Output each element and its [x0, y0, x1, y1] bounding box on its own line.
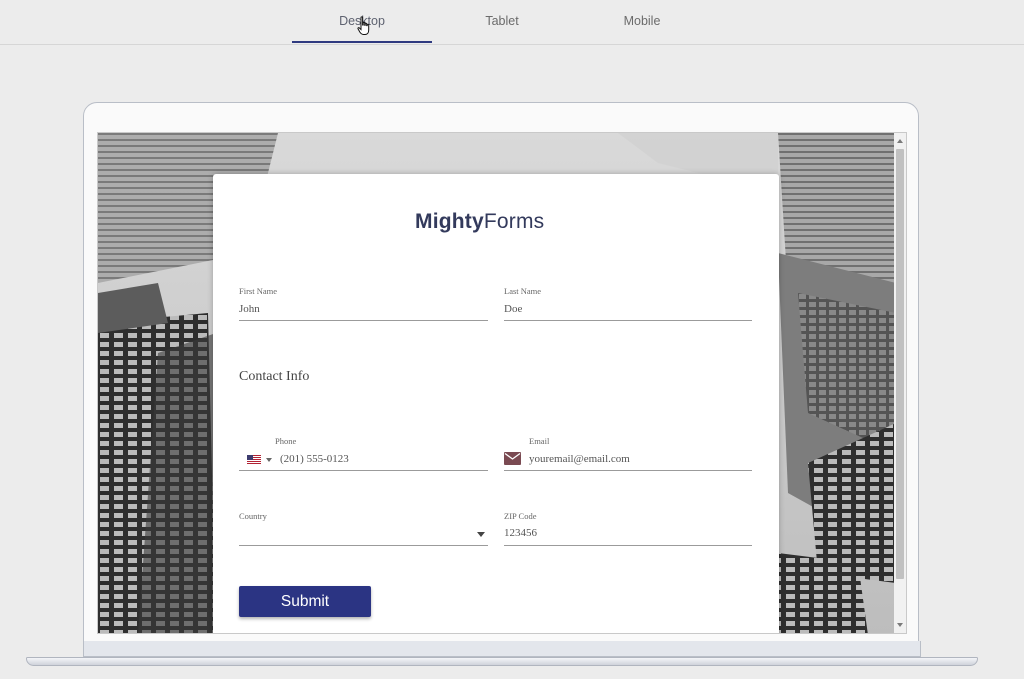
chevron-down-icon[interactable] — [477, 532, 485, 537]
logo-part-m: M — [415, 210, 433, 233]
phone-field[interactable]: Phone (201) 555-0123 — [239, 434, 488, 471]
first-name-field[interactable]: First Name John — [239, 284, 488, 321]
mail-icon — [504, 452, 521, 465]
logo-part-ighty: ighty — [432, 210, 484, 233]
tab-tablet[interactable]: Tablet — [432, 0, 572, 43]
scroll-thumb[interactable] — [896, 149, 904, 579]
first-name-label: First Name — [239, 286, 278, 296]
country-select[interactable]: Country — [239, 509, 488, 546]
device-tabbar: Desktop Tablet Mobile — [0, 0, 1024, 45]
zip-code-value: 123456 — [504, 527, 537, 539]
tab-desktop[interactable]: Desktop — [292, 0, 432, 43]
form-card: MightyForms First Name John Last Name Do… — [213, 174, 779, 633]
last-name-value: Doe — [504, 303, 523, 315]
country-code-caret-icon[interactable] — [266, 458, 272, 462]
laptop-hinge — [83, 641, 921, 657]
logo-part-forms: Forms — [483, 210, 545, 233]
zip-code-field[interactable]: ZIP Code 123456 — [504, 509, 752, 546]
email-label: Email — [529, 436, 550, 446]
email-field[interactable]: Email youremail@email.com — [504, 434, 752, 471]
phone-value: (201) 555-0123 — [280, 453, 349, 465]
country-label: Country — [239, 511, 267, 521]
phone-label: Phone — [275, 436, 297, 446]
tab-mobile[interactable]: Mobile — [572, 0, 712, 43]
preview-screen: MightyForms First Name John Last Name Do… — [97, 132, 907, 634]
last-name-field[interactable]: Last Name Doe — [504, 284, 752, 321]
email-value: youremail@email.com — [529, 453, 630, 465]
scroll-down-icon[interactable] — [897, 623, 903, 627]
mightyforms-logo: MightyForms — [415, 210, 544, 234]
last-name-label: Last Name — [504, 286, 542, 296]
submit-button[interactable]: Submit — [239, 586, 371, 617]
vertical-scrollbar[interactable] — [894, 133, 906, 633]
contact-info-heading: Contact Info — [239, 369, 310, 384]
first-name-value: John — [239, 303, 260, 315]
laptop-base — [26, 657, 978, 666]
scroll-up-icon[interactable] — [897, 139, 903, 143]
us-flag-icon[interactable] — [247, 455, 261, 464]
zip-code-label: ZIP Code — [504, 511, 537, 521]
